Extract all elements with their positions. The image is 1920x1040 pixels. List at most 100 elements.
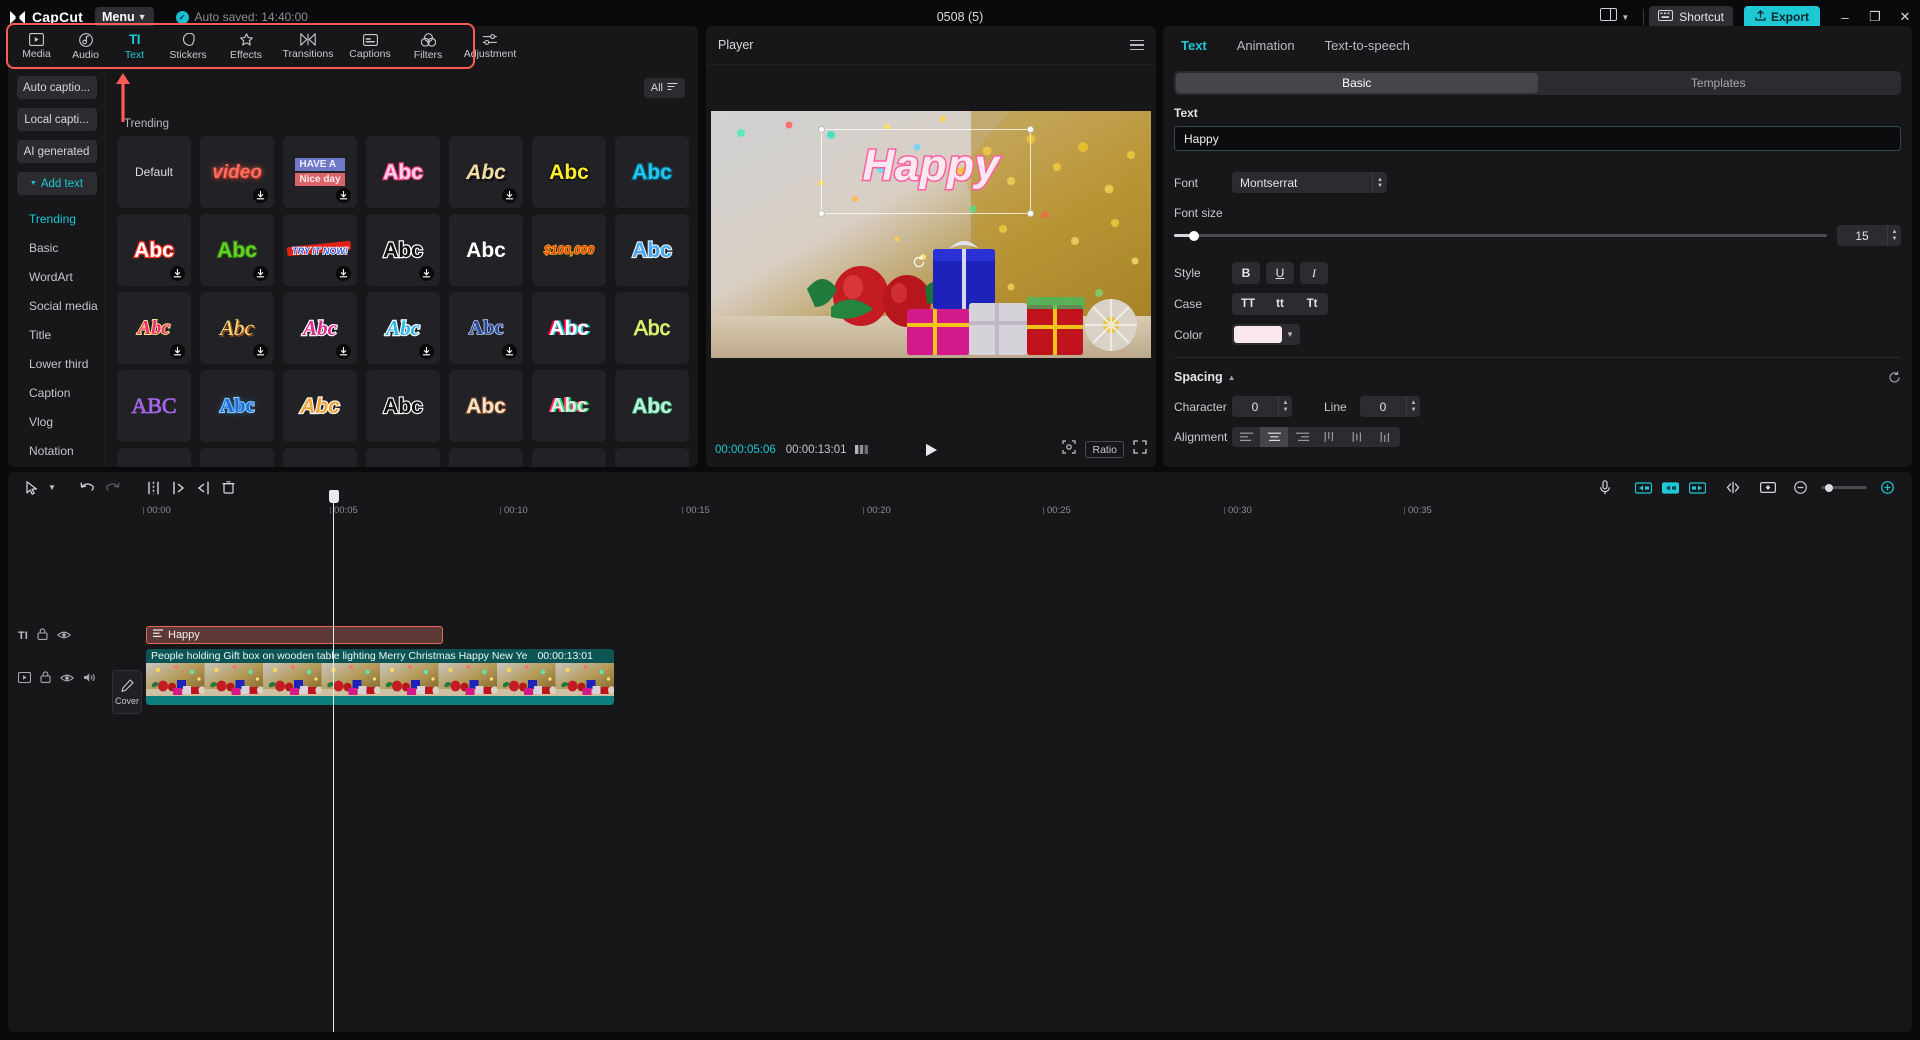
tab-text-to-speech[interactable]: Text-to-speech (1325, 38, 1410, 53)
tab-adjustment[interactable]: Adjustment (457, 26, 523, 67)
preset-tile[interactable] (532, 448, 606, 467)
download-icon[interactable] (419, 344, 434, 359)
preset-tile[interactable] (449, 448, 523, 467)
zoom-slider-knob[interactable] (1825, 484, 1833, 492)
preset-tile[interactable]: Abc (283, 292, 357, 364)
sidebar-item-caption[interactable]: Caption (8, 378, 105, 407)
font-stepper[interactable]: ▲▼ (1372, 172, 1387, 193)
link-clips-icon[interactable] (1720, 475, 1745, 500)
lowercase-button[interactable]: tt (1264, 293, 1296, 315)
preset-tile[interactable]: Abc (200, 292, 274, 364)
preset-tile[interactable]: Abc (366, 292, 440, 364)
lock-icon[interactable] (40, 670, 51, 688)
player-overlay-text[interactable]: Happy (711, 141, 1151, 191)
player-stage[interactable]: Happy (711, 111, 1151, 358)
selection-handle[interactable] (818, 210, 825, 217)
tab-transitions[interactable]: Transitions (275, 26, 341, 67)
preset-tile[interactable]: $100,000 (532, 214, 606, 286)
underline-button[interactable]: U (1266, 262, 1294, 284)
split-icon[interactable] (141, 475, 166, 500)
preset-tile[interactable] (117, 448, 191, 467)
italic-button[interactable]: I (1300, 262, 1328, 284)
sidebar-item-wordart[interactable]: WordArt (8, 262, 105, 291)
microphone-icon[interactable] (1592, 475, 1617, 500)
font-size-slider[interactable] (1174, 227, 1827, 245)
tab-animation[interactable]: Animation (1237, 38, 1295, 53)
download-icon[interactable] (502, 188, 517, 203)
download-icon[interactable] (502, 344, 517, 359)
slider-knob[interactable] (1189, 231, 1199, 241)
tab-filters[interactable]: Filters (399, 26, 457, 67)
tab-captions[interactable]: Captions (341, 26, 399, 67)
download-icon[interactable] (253, 344, 268, 359)
preset-tile[interactable]: Abc (532, 370, 606, 442)
eye-icon[interactable] (57, 627, 71, 645)
trim-left-icon[interactable] (166, 475, 191, 500)
select-tool-icon[interactable] (20, 475, 45, 500)
preset-tile[interactable] (615, 448, 689, 467)
mirror-right-icon[interactable] (1685, 475, 1710, 500)
line-stepper[interactable]: ▲▼ (1406, 396, 1420, 417)
preset-tile[interactable]: Abc (615, 136, 689, 208)
tab-text-properties[interactable]: Text (1181, 38, 1207, 53)
preset-tile[interactable]: Abc (532, 292, 606, 364)
sidebar-item-notation[interactable]: Notation (8, 436, 105, 465)
preset-tile[interactable]: HAVE A Nice day (283, 136, 357, 208)
preset-tile[interactable]: Abc (366, 214, 440, 286)
tab-audio[interactable]: Audio (61, 26, 110, 67)
download-icon[interactable] (336, 344, 351, 359)
menu-button[interactable]: Menu ▼ (95, 7, 154, 28)
align-vertical-top-button[interactable] (1316, 427, 1344, 447)
text-input[interactable]: Happy (1174, 126, 1901, 151)
lock-icon[interactable] (37, 627, 48, 645)
download-icon[interactable] (419, 266, 434, 281)
sidebar-item-vlog[interactable]: Vlog (8, 407, 105, 436)
eye-icon[interactable] (60, 670, 74, 688)
preset-tile[interactable]: Abc (200, 214, 274, 286)
font-select[interactable]: Montserrat (1232, 172, 1372, 193)
titlecase-button[interactable]: Tt (1296, 293, 1328, 315)
preset-tile[interactable]: Abc (449, 292, 523, 364)
preset-tile[interactable]: TRY IT NOW! (283, 214, 357, 286)
download-icon[interactable] (253, 188, 268, 203)
preset-tile[interactable]: Abc (200, 370, 274, 442)
preset-tile[interactable]: ABC (117, 370, 191, 442)
segment-templates[interactable]: Templates (1538, 73, 1900, 93)
preset-tile[interactable]: Default (117, 136, 191, 208)
preset-tile[interactable]: Abc (615, 214, 689, 286)
align-vertical-bottom-button[interactable] (1372, 427, 1400, 447)
add-text-button[interactable]: ▼ Add text (17, 172, 97, 195)
preset-tile[interactable]: Abc (449, 214, 523, 286)
auto-captions-button[interactable]: Auto captio... (17, 76, 97, 99)
selection-handle[interactable] (1027, 210, 1034, 217)
sidebar-item-basic[interactable]: Basic (8, 233, 105, 262)
character-value[interactable]: 0 (1232, 396, 1278, 417)
line-value[interactable]: 0 (1360, 396, 1406, 417)
zoom-in-icon[interactable] (1875, 475, 1900, 500)
mirror-center-icon[interactable] (1658, 475, 1683, 500)
ai-generated-button[interactable]: AI generated (17, 140, 97, 163)
preset-tile[interactable] (366, 448, 440, 467)
preset-tile[interactable]: Abc (366, 136, 440, 208)
zoom-out-icon[interactable] (1788, 475, 1813, 500)
selection-handle[interactable] (818, 126, 825, 133)
sidebar-item-lower-third[interactable]: Lower third (8, 349, 105, 378)
video-clip[interactable]: People holding Gift box on wooden table … (146, 649, 614, 705)
align-center-button[interactable] (1260, 427, 1288, 447)
preset-tile[interactable] (283, 448, 357, 467)
delete-icon[interactable] (216, 475, 241, 500)
preset-tile[interactable]: Abc (449, 370, 523, 442)
filter-all-button[interactable]: All (644, 78, 685, 98)
color-picker[interactable]: ▼ (1232, 324, 1300, 345)
align-right-button[interactable] (1288, 427, 1316, 447)
sidebar-item-social-media[interactable]: Social media (8, 291, 105, 320)
preset-tile[interactable]: Abc (449, 136, 523, 208)
play-button[interactable] (706, 443, 1156, 457)
preset-tile[interactable]: Abc (615, 292, 689, 364)
preset-tile[interactable]: Abc (532, 136, 606, 208)
playhead-handle[interactable] (329, 490, 339, 503)
download-icon[interactable] (336, 188, 351, 203)
align-left-button[interactable] (1232, 427, 1260, 447)
uppercase-button[interactable]: TT (1232, 293, 1264, 315)
font-size-value[interactable]: 15 (1837, 225, 1887, 246)
